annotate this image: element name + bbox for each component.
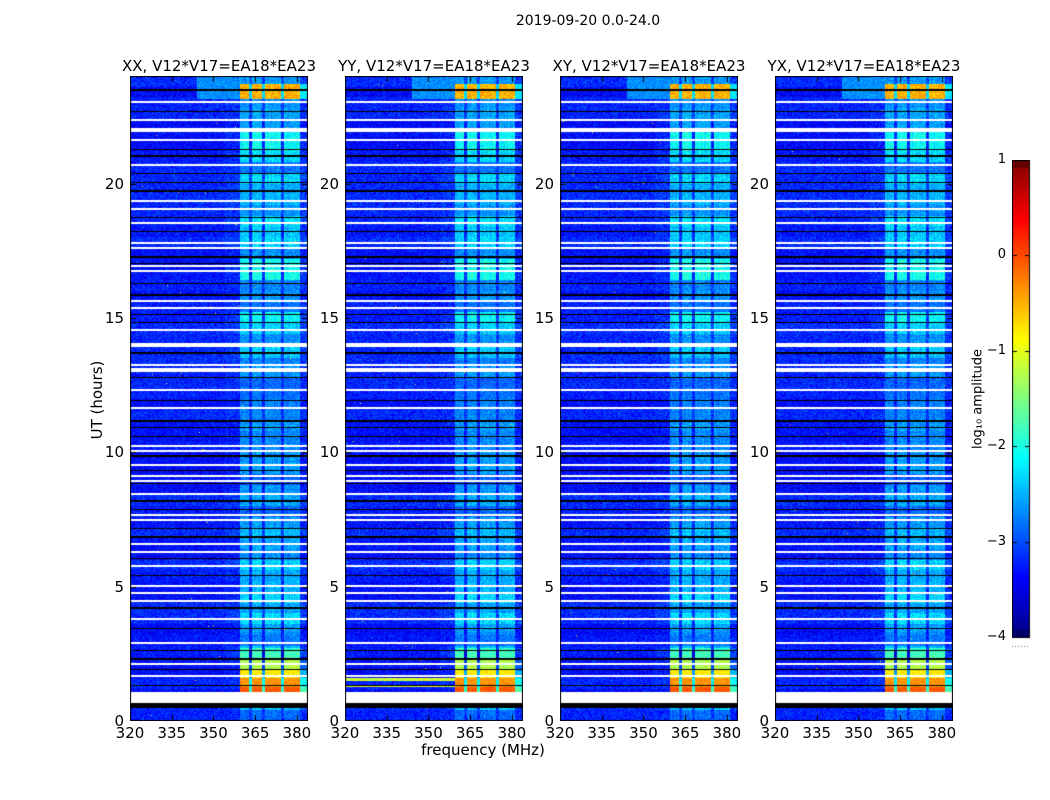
x-tick-label: 350 — [844, 724, 873, 742]
y-tick-label: 15 — [749, 309, 769, 327]
y-tick-label: 20 — [319, 175, 339, 193]
figure-title: 2019-09-20 0.0-24.0 — [515, 13, 661, 29]
y-tick-label: 0 — [759, 712, 769, 730]
spectrogram-panel-yx — [775, 76, 953, 721]
y-tick-label: 20 — [534, 175, 554, 193]
colorbar — [1012, 160, 1032, 654]
y-tick-label: 5 — [114, 578, 124, 596]
y-tick-label: 10 — [319, 443, 339, 461]
spectrogram-panel-xy — [560, 76, 738, 721]
x-tick-label: 365 — [455, 724, 485, 742]
y-tick-label: 10 — [749, 443, 769, 461]
x-tick-label: 335 — [587, 724, 617, 742]
spectrogram-panel-xx — [130, 76, 308, 721]
spectrogram-panel-yy — [345, 76, 523, 721]
panel-title-xy: XY, V12*V17=EA18*EA23 — [552, 57, 746, 75]
y-tick-label: 20 — [104, 175, 124, 193]
colorbar-tick-label: −2 — [986, 438, 1006, 453]
colorbar-tick-label: −3 — [986, 534, 1006, 549]
y-tick-label: 0 — [114, 712, 124, 730]
y-tick-label: 15 — [534, 309, 554, 327]
y-tick-label: 5 — [544, 578, 554, 596]
y-tick-label: 5 — [759, 578, 769, 596]
panel-title-xx: XX, V12*V17=EA18*EA23 — [121, 57, 317, 75]
y-tick-label: 15 — [104, 309, 124, 327]
y-tick-label: 0 — [329, 712, 339, 730]
panel-title-yy: YY, V12*V17=EA18*EA23 — [338, 57, 530, 75]
colorbar-tick-label: 0 — [997, 247, 1006, 262]
y-tick-label: 20 — [749, 175, 769, 193]
x-tick-label: 350 — [414, 724, 443, 742]
x-tick-label: 335 — [802, 724, 832, 742]
colorbar-tick-label: −1 — [986, 343, 1006, 358]
colorbar-tick-label: 1 — [997, 152, 1006, 167]
x-tick-label: 365 — [670, 724, 700, 742]
y-tick-label: 10 — [104, 443, 124, 461]
x-tick-label: 365 — [885, 724, 915, 742]
colorbar-tick-label: −4 — [986, 629, 1006, 644]
panel-title-yx: YX, V12*V17=EA18*EA23 — [767, 57, 961, 75]
y-tick-label: 15 — [319, 309, 339, 327]
x-axis-label: frequency (MHz) — [421, 741, 545, 759]
x-tick-label: 380 — [927, 724, 957, 742]
x-tick-label: 350 — [629, 724, 658, 742]
y-axis-label: UT (hours) — [88, 360, 106, 440]
y-tick-label: 0 — [544, 712, 554, 730]
colorbar-label: log₁₀ amplitude — [970, 348, 986, 450]
y-tick-label: 10 — [534, 443, 554, 461]
x-tick-label: 350 — [199, 724, 228, 742]
figure: 2019-09-20 0.0-24.0 UT (hours) frequency… — [0, 0, 1050, 800]
y-tick-label: 5 — [329, 578, 339, 596]
x-tick-label: 365 — [240, 724, 270, 742]
x-tick-label: 335 — [157, 724, 187, 742]
x-tick-label: 335 — [372, 724, 402, 742]
